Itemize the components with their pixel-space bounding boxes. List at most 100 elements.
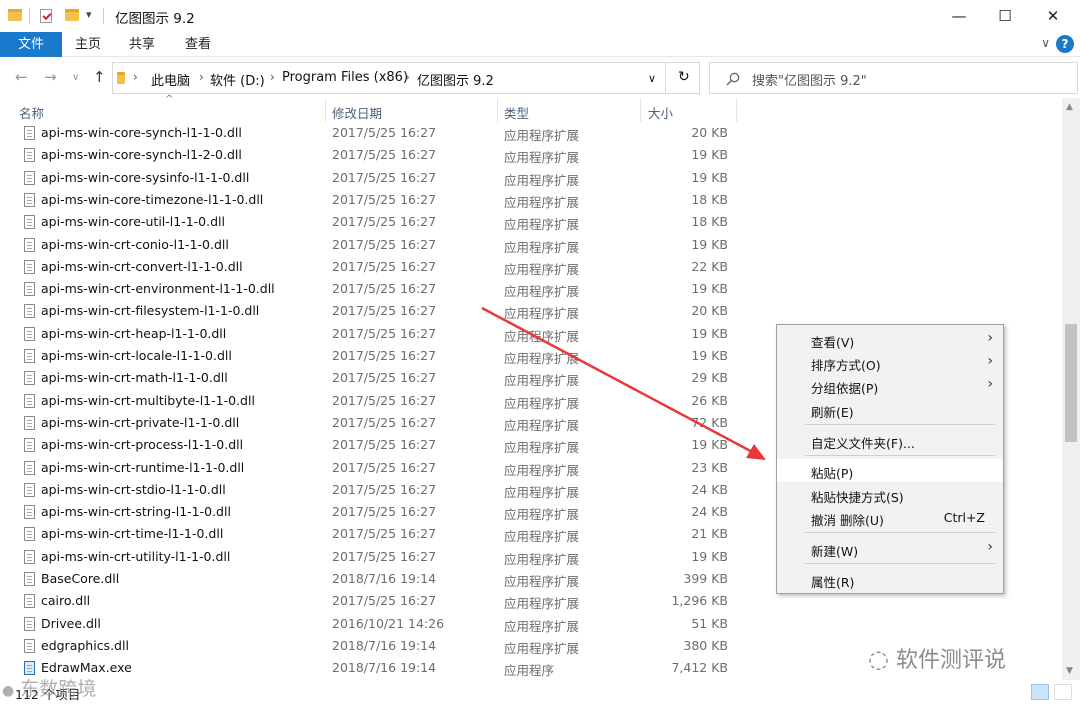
file-row[interactable]: api-ms-win-crt-heap-l1-1-0.dll 2017/5/25 …: [0, 323, 760, 345]
file-row[interactable]: api-ms-win-crt-filesystem-l1-1-0.dll 2017…: [0, 300, 760, 322]
menu-item-properties[interactable]: 属性(R): [777, 568, 1003, 591]
column-divider[interactable]: [640, 98, 641, 122]
file-size: 26 KB: [691, 392, 728, 408]
file-size: 19 KB: [691, 281, 728, 297]
search-input[interactable]: 搜索"亿图图示 9.2": [709, 62, 1078, 94]
file-row[interactable]: api-ms-win-crt-string-l1-1-0.dll 2017/5/2…: [0, 501, 760, 523]
menu-item-new[interactable]: 新建(W) ›: [777, 537, 1003, 560]
breadcrumb-program-files[interactable]: Program Files (x86): [282, 70, 408, 85]
file-row[interactable]: api-ms-win-crt-stdio-l1-1-0.dll 2017/5/25…: [0, 479, 760, 501]
breadcrumb-separator[interactable]: ›: [405, 70, 410, 84]
column-header-date[interactable]: 修改日期: [332, 103, 382, 122]
address-dropdown-icon[interactable]: ∨: [648, 72, 656, 85]
dll-file-icon: [24, 192, 35, 207]
file-row[interactable]: api-ms-win-crt-process-l1-1-0.dll 2017/5/…: [0, 434, 760, 456]
scroll-up-icon[interactable]: ▲: [1066, 102, 1073, 112]
column-header-name[interactable]: 名称: [19, 103, 44, 122]
breadcrumb-separator[interactable]: ›: [270, 70, 275, 84]
file-row[interactable]: api-ms-win-crt-math-l1-1-0.dll 2017/5/25 …: [0, 367, 760, 389]
file-row[interactable]: api-ms-win-crt-private-l1-1-0.dll 2017/5/…: [0, 412, 760, 434]
file-name: api-ms-win-crt-utility-l1-1-0.dll: [41, 548, 231, 564]
menu-item-group[interactable]: 分组依据(P) ›: [777, 374, 1003, 397]
file-name: api-ms-win-crt-process-l1-1-0.dll: [41, 437, 244, 453]
scroll-thumb[interactable]: [1065, 324, 1077, 442]
column-divider[interactable]: [325, 98, 326, 122]
breadcrumb-separator[interactable]: ›: [199, 70, 204, 84]
menu-item-refresh[interactable]: 刷新(E): [777, 398, 1003, 421]
file-row[interactable]: api-ms-win-crt-convert-l1-1-0.dll 2017/5/…: [0, 256, 760, 278]
tab-file[interactable]: 文件: [0, 32, 62, 57]
forward-icon[interactable]: →: [44, 68, 57, 86]
file-name: api-ms-win-crt-environment-l1-1-0.dll: [41, 281, 275, 297]
file-row[interactable]: EdrawMax.exe 2018/7/16 19:14 应用程序 7,412 KB: [0, 657, 760, 679]
column-divider[interactable]: [736, 98, 737, 122]
help-icon[interactable]: ?: [1056, 35, 1074, 53]
file-row[interactable]: BaseCore.dll 2018/7/16 19:14 应用程序扩展 399 KB: [0, 568, 760, 590]
properties-icon[interactable]: [40, 9, 52, 23]
back-icon[interactable]: ←: [15, 68, 28, 86]
scroll-down-icon[interactable]: ▼: [1066, 666, 1073, 676]
tab-view[interactable]: 查看: [176, 32, 220, 57]
file-row[interactable]: api-ms-win-crt-locale-l1-1-0.dll 2017/5/2…: [0, 345, 760, 367]
close-button[interactable]: ✕: [1030, 0, 1076, 32]
address-bar[interactable]: › 此电脑 › 软件 (D:) › Program Files (x86) › …: [112, 62, 700, 94]
column-header-size[interactable]: 大小: [648, 103, 673, 122]
maximize-button[interactable]: ☐: [982, 0, 1028, 32]
file-row[interactable]: api-ms-win-crt-runtime-l1-1-0.dll 2017/5/…: [0, 457, 760, 479]
file-date: 2017/5/25 16:27: [332, 504, 437, 520]
file-row[interactable]: Drivee.dll 2016/10/21 14:26 应用程序扩展 51 KB: [0, 613, 760, 635]
breadcrumb-drive[interactable]: 软件 (D:): [210, 70, 265, 89]
minimize-button[interactable]: —: [936, 0, 982, 32]
file-name: api-ms-win-crt-convert-l1-1-0.dll: [41, 258, 243, 274]
qat-dropdown-icon[interactable]: ▾: [86, 8, 92, 21]
file-size: 24 KB: [691, 504, 728, 520]
up-icon[interactable]: ↑: [93, 68, 106, 86]
refresh-icon[interactable]: ↻: [678, 69, 690, 85]
menu-separator: [805, 455, 995, 456]
breadcrumb-separator[interactable]: ›: [133, 70, 138, 84]
large-icons-view-icon[interactable]: [1054, 684, 1072, 700]
file-row[interactable]: api-ms-win-core-synch-l1-1-0.dll 2017/5/2…: [0, 122, 760, 144]
file-row[interactable]: api-ms-win-core-timezone-l1-1-0.dll 2017/…: [0, 189, 760, 211]
file-row[interactable]: api-ms-win-crt-utility-l1-1-0.dll 2017/5/…: [0, 546, 760, 568]
menu-item-undo-delete[interactable]: 撤消 删除(U) Ctrl+Z: [777, 506, 1003, 529]
breadcrumb-current-folder[interactable]: 亿图图示 9.2: [417, 70, 494, 89]
file-row[interactable]: api-ms-win-crt-multibyte-l1-1-0.dll 2017/…: [0, 390, 760, 412]
file-size: 19 KB: [691, 548, 728, 564]
file-row[interactable]: cairo.dll 2017/5/25 16:27 应用程序扩展 1,296 KB: [0, 590, 760, 612]
file-row[interactable]: api-ms-win-crt-conio-l1-1-0.dll 2017/5/25…: [0, 234, 760, 256]
file-size: 399 KB: [683, 571, 728, 586]
menu-item-paste[interactable]: 粘贴(P): [777, 459, 1003, 482]
breadcrumb-this-pc[interactable]: 此电脑: [151, 70, 190, 89]
new-folder-icon[interactable]: [65, 9, 79, 21]
tab-share[interactable]: 共享: [120, 32, 164, 57]
recent-locations-icon[interactable]: ∨: [72, 72, 79, 83]
dll-file-icon: [24, 170, 35, 185]
details-view-icon[interactable]: [1031, 684, 1049, 700]
wechat-icon: ◌: [868, 645, 889, 673]
submenu-arrow-icon: ›: [987, 376, 993, 392]
column-header-type[interactable]: 类型: [504, 103, 529, 122]
watermark-logo: ● 东数跨境: [2, 674, 96, 701]
file-row[interactable]: api-ms-win-core-util-l1-1-0.dll 2017/5/25…: [0, 211, 760, 233]
file-row[interactable]: edgraphics.dll 2018/7/16 19:14 应用程序扩展 380 K…: [0, 635, 760, 657]
menu-item-customize-folder[interactable]: 自定义文件夹(F)...: [777, 429, 1003, 452]
file-row[interactable]: api-ms-win-core-sysinfo-l1-1-0.dll 2017/5…: [0, 167, 760, 189]
file-name: api-ms-win-crt-conio-l1-1-0.dll: [41, 236, 229, 252]
watermark-logo: ◌ 软件测评说: [868, 642, 1006, 674]
file-name: api-ms-win-crt-stdio-l1-1-0.dll: [41, 481, 226, 497]
tab-home[interactable]: 主页: [66, 32, 110, 57]
ribbon-expand-icon[interactable]: ∨: [1041, 36, 1050, 50]
file-date: 2017/5/25 16:27: [332, 236, 437, 252]
vertical-scrollbar[interactable]: ▲ ▼: [1062, 98, 1080, 680]
menu-item-paste-shortcut[interactable]: 粘贴快捷方式(S): [777, 483, 1003, 506]
file-row[interactable]: api-ms-win-crt-time-l1-1-0.dll 2017/5/25 …: [0, 523, 760, 545]
dll-file-icon: [24, 460, 35, 475]
file-row[interactable]: api-ms-win-core-synch-l1-2-0.dll 2017/5/2…: [0, 144, 760, 166]
column-divider[interactable]: [497, 98, 498, 122]
search-placeholder: 搜索"亿图图示 9.2": [752, 74, 867, 89]
menu-item-view[interactable]: 查看(V) ›: [777, 328, 1003, 351]
dll-file-icon: [24, 148, 35, 163]
file-row[interactable]: api-ms-win-crt-environment-l1-1-0.dll 201…: [0, 278, 760, 300]
menu-item-sort[interactable]: 排序方式(O) ›: [777, 351, 1003, 374]
